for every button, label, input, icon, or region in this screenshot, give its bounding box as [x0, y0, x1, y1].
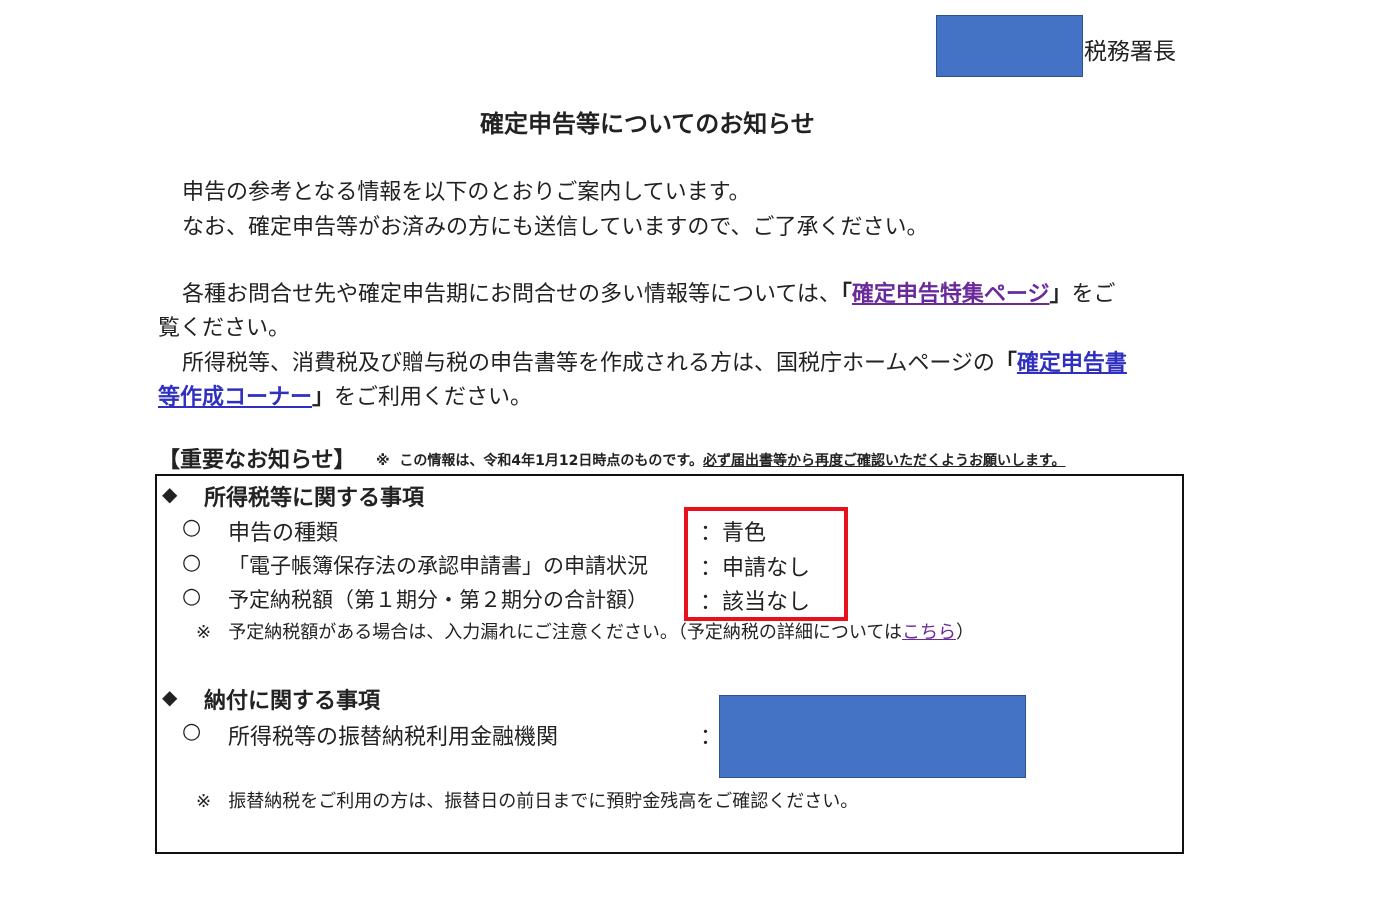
- para2-bracket-open: 「: [994, 351, 1017, 376]
- notice-note-plain: この情報は、令和4年1月12日時点のものです。: [399, 453, 703, 469]
- income-note-text: 予定納税額がある場合は、入力漏れにご注意ください。（予定納税の詳細については: [228, 622, 903, 643]
- para1-post: をご: [1071, 282, 1116, 307]
- income-item-2-circle: ○: [182, 550, 202, 575]
- income-item-2-label: 「電子帳簿保存法の承認申請書」の申請状況: [228, 554, 648, 578]
- details-link[interactable]: こちら: [902, 622, 956, 643]
- page-title: 確定申告等についてのお知らせ: [480, 110, 815, 138]
- income-note-mark: ※: [196, 622, 212, 643]
- para1-line-2: 覧ください。: [158, 316, 291, 341]
- intro-line-1: 申告の参考となる情報を以下のとおりご案内しています。: [182, 180, 751, 205]
- income-section-heading: 所得税等に関する事項: [204, 486, 425, 511]
- payment-note-mark: ※: [196, 791, 212, 812]
- special-page-link[interactable]: 確定申告特集ページ: [852, 282, 1050, 307]
- para2-post: をご利用ください。: [334, 385, 533, 410]
- income-note-close: ）: [956, 622, 975, 643]
- payment-note: ※ 振替納税をご利用の方は、振替日の前日までに預貯金残高をご確認ください。: [196, 787, 858, 813]
- para2-bracket-close: 」: [312, 385, 335, 410]
- para2-line-1: 所得税等、消費税及び贈与税の申告書等を作成される方は、国税庁ホームページの「確定…: [182, 345, 1127, 377]
- filing-corner-link-part2[interactable]: 等作成コーナー: [158, 385, 312, 410]
- payment-section-heading: 納付に関する事項: [204, 689, 381, 714]
- payment-note-text: 振替納税をご利用の方は、振替日の前日までに預貯金残高をご確認ください。: [228, 791, 859, 812]
- notice-heading: 【重要なお知らせ】: [158, 448, 356, 473]
- income-item-3-circle: ○: [182, 584, 202, 609]
- office-suffix: 税務署長: [1084, 39, 1176, 65]
- notice-mark: ※: [376, 453, 390, 469]
- para2-text: 所得税等、消費税及び贈与税の申告書等を作成される方は、国税庁ホームページの: [182, 351, 995, 376]
- para1-bracket-open: 「: [840, 282, 852, 307]
- highlight-box: [684, 507, 848, 621]
- para2-line-2: 等作成コーナー」をご利用ください。: [158, 379, 532, 411]
- income-note: ※ 予定納税額がある場合は、入力漏れにご注意ください。（予定納税の詳細については…: [196, 618, 974, 644]
- intro-line-2: なお、確定申告等がお済みの方にも送信していますので、ご了承ください。: [182, 215, 929, 240]
- payment-section-bullet: ◆: [162, 685, 178, 709]
- para1-text: 各種お問合せ先や確定申告期にお問合せの多い情報等については、: [182, 282, 841, 307]
- filing-corner-link-part1[interactable]: 確定申告書: [1017, 351, 1127, 376]
- income-item-1-circle: ○: [182, 515, 202, 540]
- para1-bracket-close: 」: [1049, 282, 1072, 307]
- redacted-office-name: [936, 15, 1083, 77]
- payment-item-label: 所得税等の振替納税利用金融機関: [228, 725, 559, 750]
- income-section-bullet: ◆: [162, 482, 178, 506]
- income-item-3-label: 予定納税額（第１期分・第２期分の合計額）: [228, 588, 648, 612]
- redacted-bank-name: [719, 695, 1026, 778]
- notice-note: ※ この情報は、令和4年1月12日時点のものです。必ず届出書等から再度ご確認いた…: [376, 450, 1066, 470]
- income-item-1-label: 申告の種類: [228, 521, 339, 546]
- notice-note-underlined: 必ず届出書等から再度ご確認いただくようお願いします。: [702, 453, 1066, 469]
- payment-item-circle: ○: [182, 719, 202, 744]
- para1-line-1: 各種お問合せ先や確定申告期にお問合せの多い情報等については、「確定申告特集ページ…: [182, 276, 1116, 308]
